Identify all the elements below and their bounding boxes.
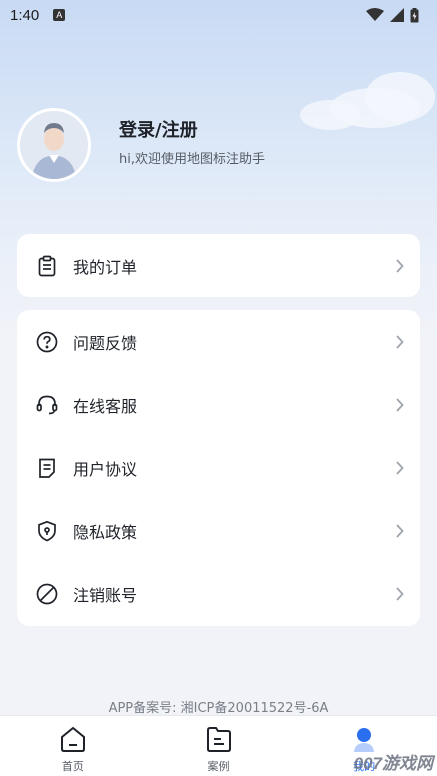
login-register-link[interactable]: 登录/注册: [119, 116, 198, 142]
headset-icon: [35, 393, 59, 417]
menu-item-privacy-policy[interactable]: 隐私政策: [17, 499, 420, 562]
status-time: 1:40: [10, 6, 40, 24]
settings-card: 问题反馈 在线客服 用户协议 隐私政策 注销账号: [17, 310, 420, 626]
home-icon: [60, 726, 85, 752]
chevron-right-icon: [392, 334, 406, 349]
nav-label: 首页: [61, 760, 84, 773]
folder-icon: [206, 727, 231, 752]
menu-item-label: 注销账号: [73, 585, 138, 605]
nav-cases[interactable]: 案例: [146, 716, 292, 776]
clipboard-icon: [35, 254, 59, 278]
wifi-icon: [366, 8, 384, 21]
status-indicators: [366, 7, 419, 23]
watermark-logo: 007游戏网: [353, 754, 433, 773]
avatar[interactable]: [17, 108, 91, 182]
menu-item-user-agreement[interactable]: 用户协议: [17, 436, 420, 499]
status-bar: 1:40 A: [0, 0, 437, 30]
document-icon: [35, 456, 59, 480]
notification-badge-icon: A: [53, 9, 66, 21]
user-avatar-icon: [20, 111, 88, 179]
chevron-right-icon: [392, 397, 406, 412]
menu-item-label: 隐私政策: [73, 522, 138, 542]
welcome-subtitle: hi,欢迎使用地图标注助手: [119, 152, 265, 167]
cloud-decoration: [365, 72, 435, 122]
shield-icon: [35, 519, 59, 543]
menu-item-label: 我的订单: [73, 257, 138, 277]
signal-icon: [390, 8, 404, 22]
orders-card: 我的订单: [17, 234, 420, 297]
question-icon: [35, 330, 59, 354]
chevron-right-icon: [392, 258, 406, 273]
cloud-decoration: [300, 100, 360, 130]
menu-item-my-orders[interactable]: 我的订单: [17, 234, 420, 297]
chevron-right-icon: [392, 586, 406, 601]
chevron-right-icon: [392, 460, 406, 475]
battery-icon: [410, 7, 419, 22]
bottom-nav: 首页 案例 我的 007游戏网: [0, 715, 437, 776]
menu-item-feedback[interactable]: 问题反馈: [17, 310, 420, 373]
menu-item-delete-account[interactable]: 注销账号: [17, 562, 420, 625]
nav-home[interactable]: 首页: [0, 716, 146, 776]
icp-record: APP备案号: 湘ICP备20011522号-6A: [108, 701, 329, 716]
ban-icon: [35, 582, 59, 606]
menu-item-customer-service[interactable]: 在线客服: [17, 373, 420, 436]
menu-item-label: 用户协议: [73, 459, 138, 479]
menu-item-label: 在线客服: [73, 396, 138, 416]
menu-item-label: 问题反馈: [73, 333, 138, 353]
nav-label: 案例: [207, 760, 230, 773]
chevron-right-icon: [392, 523, 406, 538]
